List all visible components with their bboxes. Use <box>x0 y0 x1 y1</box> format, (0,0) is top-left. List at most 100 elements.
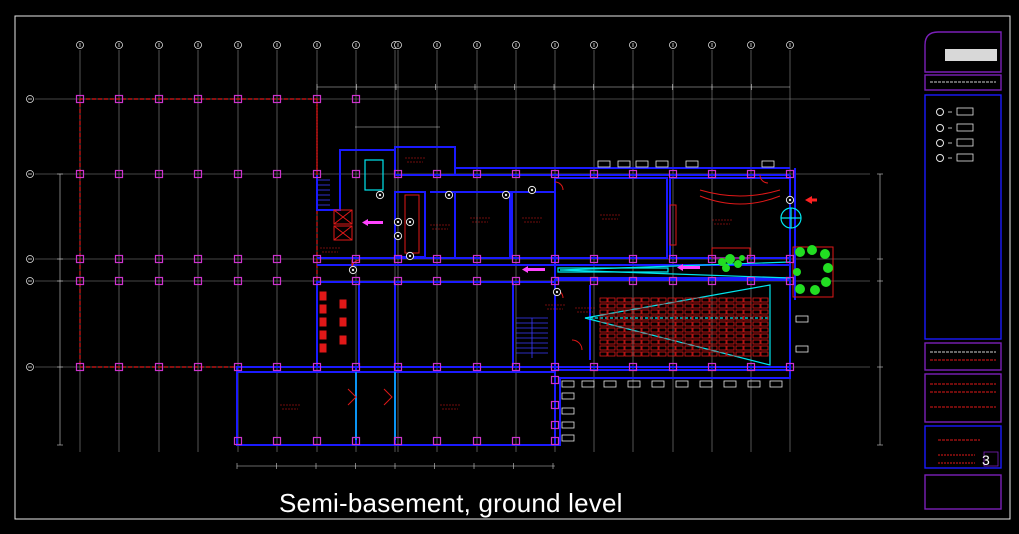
window-tag <box>769 380 783 388</box>
seat <box>752 303 761 309</box>
window-tag <box>655 160 669 168</box>
window-tag <box>699 380 713 388</box>
window-tag <box>581 380 595 388</box>
seat <box>743 309 752 315</box>
seat <box>709 333 718 339</box>
seat <box>624 333 633 339</box>
seat <box>701 321 710 327</box>
seat <box>667 345 676 351</box>
seat <box>743 327 752 333</box>
seat <box>650 345 659 351</box>
seat <box>701 327 710 333</box>
seat <box>718 309 727 315</box>
seat <box>650 339 659 345</box>
seat <box>709 345 718 351</box>
seat <box>684 303 693 309</box>
seat <box>743 297 752 303</box>
window-tag <box>795 315 809 323</box>
seat <box>735 321 744 327</box>
seat <box>599 297 608 303</box>
legend-entry <box>956 123 974 132</box>
seat <box>650 297 659 303</box>
seat <box>701 333 710 339</box>
section-marker-dot <box>408 220 412 224</box>
seat <box>675 345 684 351</box>
seat <box>650 309 659 315</box>
seat <box>667 309 676 315</box>
seat <box>675 321 684 327</box>
seat <box>616 303 625 309</box>
seat <box>616 351 625 357</box>
seat <box>650 327 659 333</box>
seat <box>607 339 616 345</box>
seat <box>658 321 667 327</box>
seat <box>616 345 625 351</box>
section-marker-dot <box>408 254 412 258</box>
seat <box>633 351 642 357</box>
toilet <box>339 299 347 309</box>
seat <box>718 297 727 303</box>
seat <box>658 327 667 333</box>
window-tag <box>635 160 649 168</box>
seat <box>667 303 676 309</box>
seat <box>735 309 744 315</box>
seat <box>607 297 616 303</box>
seat <box>633 321 642 327</box>
seat <box>701 303 710 309</box>
seat <box>692 309 701 315</box>
toilet <box>319 304 327 314</box>
seat <box>692 333 701 339</box>
seat <box>692 351 701 357</box>
window-tag <box>651 380 665 388</box>
window-tag <box>561 421 575 429</box>
seat <box>641 339 650 345</box>
seat <box>692 339 701 345</box>
seat <box>616 321 625 327</box>
seat <box>743 333 752 339</box>
seat <box>726 327 735 333</box>
seat <box>709 309 718 315</box>
toilet <box>319 343 327 353</box>
seat <box>718 339 727 345</box>
seat <box>650 321 659 327</box>
seat <box>607 303 616 309</box>
seat <box>633 303 642 309</box>
seat <box>752 333 761 339</box>
seat <box>760 351 769 357</box>
seat <box>641 345 650 351</box>
legend-symbol <box>936 154 944 162</box>
toilet <box>339 335 347 345</box>
structural-grid <box>35 50 870 452</box>
title-block <box>924 31 1002 510</box>
seat <box>641 309 650 315</box>
seat <box>735 327 744 333</box>
seat <box>667 321 676 327</box>
seat <box>718 327 727 333</box>
seat <box>675 309 684 315</box>
seat <box>726 309 735 315</box>
seat <box>709 339 718 345</box>
left-wing-outline <box>79 98 318 368</box>
window-tag <box>795 345 809 353</box>
legend-entry <box>956 138 974 147</box>
seat <box>684 321 693 327</box>
seat <box>641 351 650 357</box>
window-tag <box>561 380 575 388</box>
seat <box>752 351 761 357</box>
section-marker-dot <box>447 193 451 197</box>
seat <box>616 339 625 345</box>
seat <box>718 345 727 351</box>
seat <box>684 333 693 339</box>
section-marker-dot <box>788 198 792 202</box>
seat <box>599 309 608 315</box>
seat <box>650 351 659 357</box>
seat <box>692 321 701 327</box>
seat <box>607 351 616 357</box>
seat <box>743 339 752 345</box>
window-tag <box>747 380 761 388</box>
seat <box>735 345 744 351</box>
seat <box>675 303 684 309</box>
seat <box>709 351 718 357</box>
window-tag <box>723 380 737 388</box>
seat <box>709 297 718 303</box>
